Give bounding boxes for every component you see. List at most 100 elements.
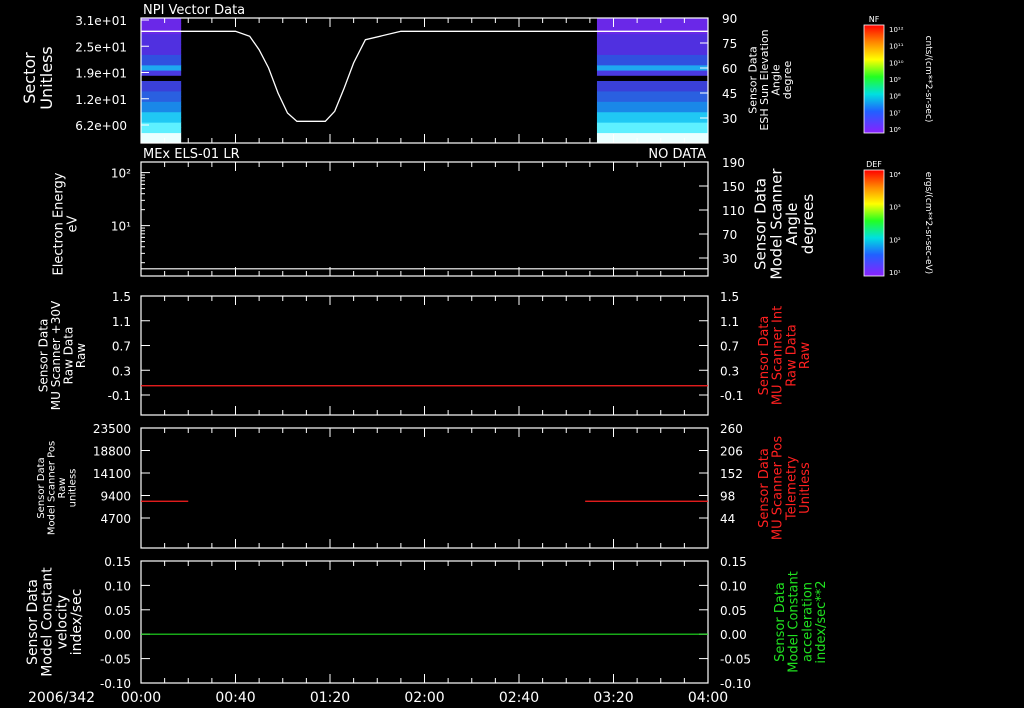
heatmap-cell	[596, 101, 708, 108]
colorbar-tick-label: 10¹	[889, 269, 901, 277]
colorbar-tick-label: 10⁸	[889, 93, 901, 101]
heatmap-cell	[141, 18, 182, 24]
right-tick-label: 45	[722, 87, 737, 101]
colorbar-tick-label: 10⁹	[889, 76, 901, 84]
heatmap-cell	[141, 90, 182, 97]
right-axis-label-line: Unitless	[798, 462, 813, 514]
heatmap-cell	[596, 116, 708, 123]
colorbar-tick-label: 10²	[889, 236, 901, 244]
heatmap-cell	[141, 23, 182, 29]
heatmap-cell	[141, 116, 182, 123]
heatmap-cell	[596, 64, 708, 71]
left-axis-label-line: Sensor Data	[25, 579, 41, 665]
left-tick-label: 0.3	[112, 364, 131, 378]
heatmap-cell	[596, 111, 708, 118]
heatmap-cell	[596, 75, 708, 81]
left-tick-label: 10¹	[111, 220, 131, 234]
left-tick-label: 14100	[93, 467, 131, 481]
x-tick-label: 00:40	[215, 690, 255, 706]
heatmap-cell	[596, 33, 708, 40]
right-tick-label: 190	[722, 156, 745, 170]
heatmap-cell	[596, 38, 708, 45]
right-axis-label-line: Raw	[798, 341, 813, 369]
left-tick-label: 9400	[100, 490, 131, 504]
left-tick-label: 23500	[93, 422, 131, 436]
right-tick-label: 0.05	[720, 604, 747, 618]
colorbar-tick-label: 10⁴	[889, 171, 901, 179]
right-tick-label: -0.05	[720, 653, 751, 667]
right-tick-label: 0.3	[720, 364, 739, 378]
left-axis-label-line: unitless	[67, 469, 78, 508]
right-tick-label: 44	[720, 512, 735, 526]
heatmap-cell	[596, 122, 708, 128]
heatmap-cell	[596, 90, 708, 97]
colorbar-tick-label: 10¹⁰	[889, 59, 904, 67]
colorbar-tick-label: 10⁶	[889, 126, 901, 134]
left-tick-label: 1.5	[112, 290, 131, 304]
right-tick-label: 90	[722, 12, 737, 26]
date-label: 2006/342	[28, 690, 95, 706]
left-tick-label: -0.05	[100, 653, 131, 667]
right-tick-label: 75	[722, 37, 737, 51]
heatmap-cell	[141, 38, 182, 45]
multi-panel-plot: 9075604530Sensor DataESH Sun ElevationAn…	[0, 0, 1024, 708]
colorbar	[863, 169, 885, 277]
panel-title: MEx ELS-01 LR	[143, 147, 240, 162]
right-axis-label-line: degrees	[799, 194, 817, 255]
left-axis-label-line: Raw	[74, 343, 88, 368]
heatmap-cell	[596, 70, 708, 76]
left-axis-label-line: Unitless	[37, 46, 56, 110]
left-tick-label: 10²	[111, 167, 131, 181]
right-tick-label: 152	[720, 467, 743, 481]
left-axis-label-line: Raw	[57, 477, 68, 498]
left-tick-label: 2.5e+01	[75, 40, 127, 54]
heatmap-cell	[596, 85, 708, 92]
left-axis-label: SectorUnitless	[20, 46, 56, 110]
heatmap-cell	[141, 127, 182, 134]
colorbar-tick-label: 10⁷	[889, 109, 901, 117]
colorbar	[863, 24, 885, 134]
right-tick-label: 1.1	[720, 315, 739, 329]
heatmap-cell	[596, 44, 708, 50]
right-tick-label: 98	[720, 490, 735, 504]
left-tick-label: -0.1	[108, 389, 131, 403]
x-tick-label: 02:40	[499, 690, 539, 706]
right-tick-label: 0.15	[720, 555, 747, 569]
heatmap-cell	[141, 44, 182, 50]
right-axis-label: Sensor DataModel Constantaccelerationind…	[773, 571, 829, 673]
heatmap-cell	[141, 132, 182, 139]
colorbar-title: DEF	[866, 160, 882, 169]
left-tick-label: 3.1e+01	[75, 14, 127, 28]
heatmap-cell	[141, 54, 182, 61]
x-tick-label: 04:00	[688, 690, 728, 706]
heatmap-cell	[596, 127, 708, 134]
colorbar-tick-label: 10¹²	[889, 26, 904, 34]
heatmap-cell	[141, 33, 182, 40]
left-tick-label: 0.7	[112, 340, 131, 354]
heatmap-cell	[596, 49, 708, 55]
right-tick-label: 260	[720, 422, 743, 436]
left-tick-label: 1.9e+01	[75, 67, 127, 81]
right-tick-label: 0.10	[720, 579, 747, 593]
colorbar-tick-label: 10³	[889, 204, 901, 212]
right-tick-label: 30	[722, 252, 737, 266]
right-axis-label-line: degree	[781, 61, 794, 100]
left-axis-label-line: index/sec	[69, 589, 85, 656]
left-axis-label-line: eV	[65, 215, 80, 232]
heatmap-cell	[141, 80, 182, 87]
left-tick-label: 4700	[100, 512, 131, 526]
left-axis-label-line: Sensor Data	[36, 457, 47, 518]
left-tick-label: 6.2e+00	[75, 119, 127, 133]
left-tick-label: -0.10	[100, 677, 131, 691]
colorbar-title: NF	[869, 15, 880, 24]
left-tick-label: 0.10	[104, 579, 131, 593]
left-tick-label: 1.2e+01	[75, 93, 127, 107]
x-tick-label: 01:20	[310, 690, 350, 706]
right-tick-label: -0.1	[720, 389, 743, 403]
right-tick-label: -0.10	[720, 677, 751, 691]
x-tick-label: 03:20	[593, 690, 633, 706]
heatmap-cell	[596, 80, 708, 87]
right-tick-label: 0.7	[720, 340, 739, 354]
x-tick-label: 00:00	[121, 690, 161, 706]
panel-status: NO DATA	[648, 147, 706, 162]
